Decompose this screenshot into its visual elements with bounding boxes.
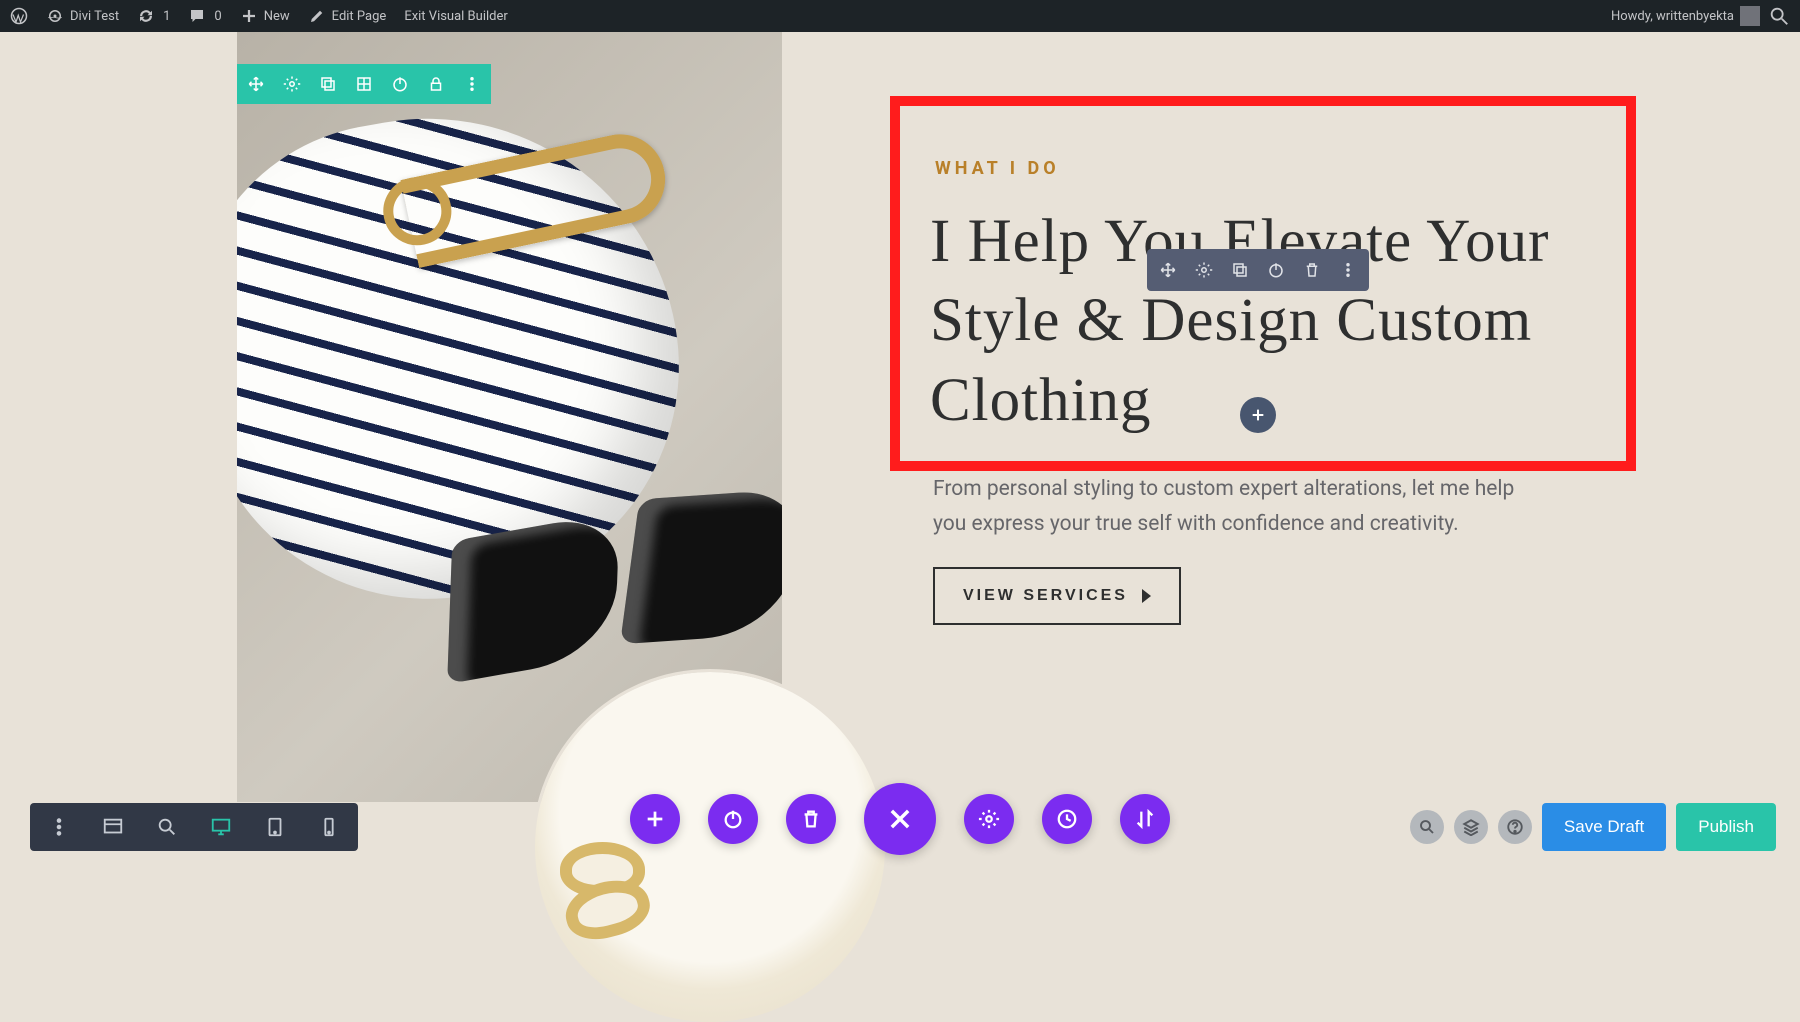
power-icon[interactable] [1267, 261, 1285, 279]
more-icon[interactable] [1339, 261, 1357, 279]
view-toolbar [30, 803, 358, 851]
comments[interactable]: 0 [188, 7, 221, 25]
history-button[interactable] [1042, 794, 1092, 844]
site-name[interactable]: Divi Test [46, 7, 119, 25]
edit-page-label: Edit Page [332, 9, 387, 24]
gear-icon[interactable] [283, 75, 301, 93]
tablet-view-icon[interactable] [264, 816, 286, 838]
my-account[interactable]: Howdy, writtenbyekta [1611, 6, 1760, 26]
zoom-view-icon[interactable] [156, 816, 178, 838]
view-services-label: VIEW SERVICES [963, 587, 1128, 605]
duplicate-icon[interactable] [1231, 261, 1249, 279]
chevron-right-icon [1142, 589, 1151, 603]
bottom-right-controls: Save Draft Publish [1410, 803, 1776, 851]
desktop-view-icon[interactable] [210, 816, 232, 838]
save-draft-button[interactable]: Save Draft [1542, 803, 1666, 851]
trash-button[interactable] [786, 794, 836, 844]
exit-visual-builder[interactable]: Exit Visual Builder [404, 9, 507, 24]
element-toolbar [1147, 249, 1369, 291]
add-module-button[interactable] [1240, 397, 1276, 433]
search-button[interactable] [1410, 810, 1444, 844]
move-icon[interactable] [1159, 261, 1177, 279]
lock-icon[interactable] [427, 75, 445, 93]
phone-view-icon[interactable] [318, 816, 340, 838]
save-library-icon[interactable] [355, 75, 373, 93]
body-text[interactable]: From personal styling to custom expert a… [933, 472, 1543, 541]
view-services-button[interactable]: VIEW SERVICES [933, 567, 1181, 625]
page-settings-button[interactable] [964, 794, 1014, 844]
more-icon[interactable] [48, 816, 70, 838]
wp-admin-bar: Divi Test 1 0 New Edit Page Exit Visual … [0, 0, 1800, 32]
gear-icon[interactable] [1195, 261, 1213, 279]
eyebrow-text[interactable]: WHAT I DO [935, 158, 1060, 179]
wp-logo[interactable] [10, 7, 28, 25]
updates-count: 1 [163, 9, 170, 24]
trash-icon[interactable] [1303, 261, 1321, 279]
power-button[interactable] [708, 794, 758, 844]
section-toolbar [237, 64, 491, 104]
avatar [1740, 6, 1760, 26]
site-title-text: Divi Test [70, 9, 119, 24]
add-section-button[interactable] [630, 794, 680, 844]
page-stage: WHAT I DO I Help You Elevate Your Style … [0, 32, 1800, 881]
wireframe-view-icon[interactable] [102, 816, 124, 838]
layers-button[interactable] [1454, 810, 1488, 844]
new-label: New [264, 9, 290, 24]
admin-search[interactable] [1768, 5, 1790, 27]
updates[interactable]: 1 [137, 7, 170, 25]
more-icon[interactable] [463, 75, 481, 93]
comments-count: 0 [214, 9, 221, 24]
help-button[interactable] [1498, 810, 1532, 844]
move-icon[interactable] [247, 75, 265, 93]
builder-controls [630, 783, 1170, 855]
power-icon[interactable] [391, 75, 409, 93]
sort-button[interactable] [1120, 794, 1170, 844]
exit-vb-label: Exit Visual Builder [404, 9, 507, 24]
close-builder-button[interactable] [864, 783, 936, 855]
publish-button[interactable]: Publish [1676, 803, 1776, 851]
edit-page[interactable]: Edit Page [308, 7, 387, 25]
duplicate-icon[interactable] [319, 75, 337, 93]
new-content[interactable]: New [240, 7, 290, 25]
howdy-text: Howdy, writtenbyekta [1611, 9, 1734, 24]
